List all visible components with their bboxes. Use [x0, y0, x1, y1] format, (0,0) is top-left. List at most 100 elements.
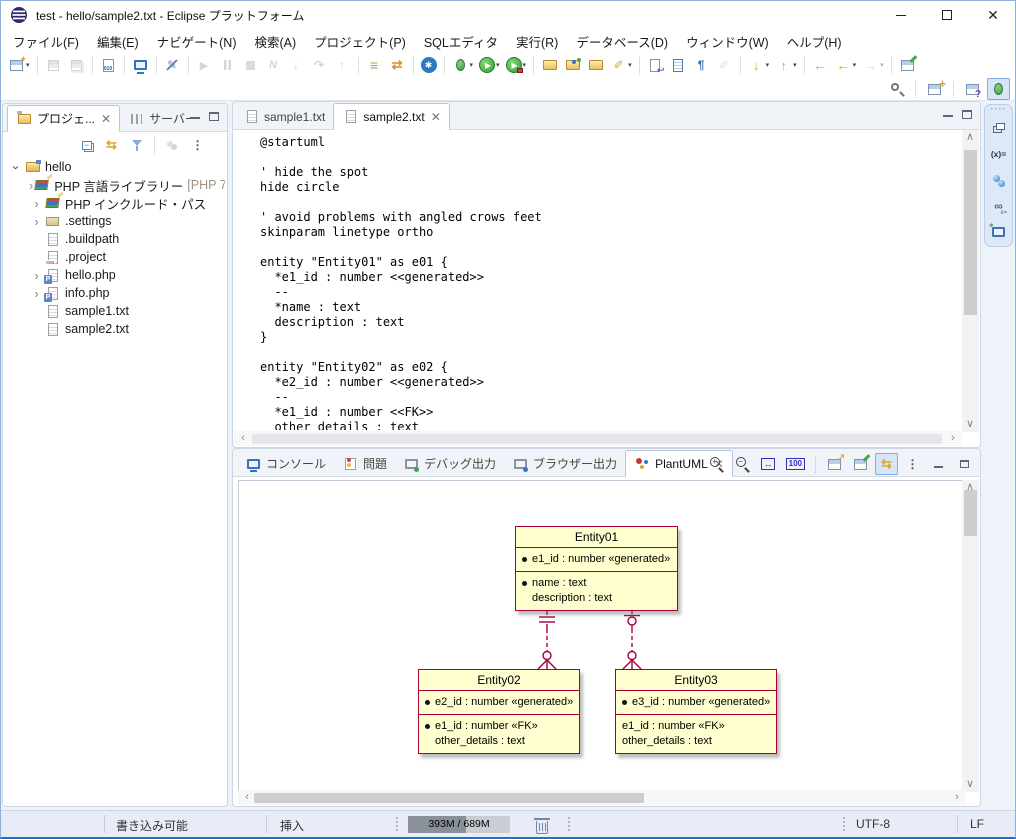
maximize-editor-button[interactable]	[962, 110, 972, 119]
run-button[interactable]: ▾	[476, 54, 503, 76]
breakpoints-view-button[interactable]	[988, 170, 1010, 190]
debug-button[interactable]: ▾	[449, 54, 477, 76]
scrollbar-thumb[interactable]	[964, 150, 977, 315]
entity-Entity01[interactable]: Entity01e1_id : number «generated»name :…	[515, 526, 678, 611]
minimize-view-button[interactable]	[190, 116, 200, 119]
tab-sample1.txt[interactable]: sample1.txt	[235, 103, 333, 130]
fit-to-window-button[interactable]	[757, 453, 780, 475]
back-to-last-edit-button[interactable]	[809, 54, 832, 76]
zoom-100-button[interactable]: 100	[783, 453, 808, 475]
tree-item-PHP インクルード・パス[interactable]: ›PHP インクルード・パス	[3, 194, 225, 212]
open-folder-button[interactable]	[584, 54, 607, 76]
menu-ファイル(F)[interactable]: ファイル(F)	[4, 30, 88, 53]
collapse-all-button[interactable]	[75, 134, 98, 156]
scroll-up-icon[interactable]: ∧	[964, 132, 976, 143]
dropdown-arrow-icon[interactable]: ▾	[880, 61, 884, 69]
profile-button[interactable]: ▾	[503, 54, 530, 76]
tab-プロジェ...[interactable]: プロジェ...✕	[7, 105, 120, 132]
pin-view-button[interactable]	[849, 453, 872, 475]
close-tab-icon[interactable]: ✕	[431, 111, 441, 123]
tree-item-.project[interactable]: .project	[3, 248, 225, 266]
show-whitespace-button[interactable]	[690, 54, 713, 76]
show-selected-element-button[interactable]	[667, 54, 690, 76]
entity-Entity02[interactable]: Entity02e2_id : number «generated»e1_id …	[418, 669, 580, 754]
editor-code[interactable]: @startuml ' hide the spot hide circle ' …	[260, 135, 542, 430]
status-line-delimiter[interactable]: LF	[970, 817, 984, 831]
heap-status[interactable]: 393M / 689M	[408, 816, 510, 833]
step-filters-button[interactable]	[386, 54, 409, 76]
view-menu-button[interactable]	[901, 453, 924, 475]
scroll-left-icon[interactable]: ‹	[241, 792, 253, 803]
link-with-editor-button[interactable]	[875, 453, 898, 475]
drag-handle[interactable]: ····	[991, 107, 1007, 112]
sql-preferences-button[interactable]	[418, 54, 440, 76]
dropdown-arrow-icon[interactable]: ▾	[470, 61, 474, 69]
scroll-down-icon[interactable]: ∨	[964, 419, 976, 430]
tree-item-.buildpath[interactable]: .buildpath	[3, 230, 225, 248]
tab-コンソール[interactable]: コンソール	[237, 450, 334, 477]
variables-view-button[interactable]: (x)=	[988, 144, 1010, 164]
last-edit-location-button[interactable]	[644, 54, 667, 76]
twistie-icon[interactable]: ›	[29, 269, 44, 282]
editor-vertical-scrollbar[interactable]: ∧ ∨	[962, 130, 979, 432]
show-console-button[interactable]	[129, 54, 152, 76]
next-annotation-button[interactable]: ▾	[745, 54, 773, 76]
menu-編集(E)[interactable]: 編集(E)	[88, 30, 148, 53]
new-wizard-button[interactable]: ▾	[5, 54, 33, 76]
scrollbar-thumb[interactable]	[964, 490, 977, 536]
dropdown-arrow-icon[interactable]: ▾	[523, 61, 527, 69]
menu-プロジェクト(P)[interactable]: プロジェクト(P)	[305, 30, 415, 53]
dropdown-arrow-icon[interactable]: ▾	[766, 61, 770, 69]
back-button[interactable]: ▾	[832, 54, 860, 76]
tree-item-sample1.txt[interactable]: sample1.txt	[3, 302, 225, 320]
new-editor-window-button[interactable]	[896, 54, 919, 76]
plantuml-diagram-canvas[interactable]: Entity01e1_id : number «generated»name :…	[238, 480, 966, 792]
zoom-out-button[interactable]	[731, 453, 754, 475]
tree-item-hello.php[interactable]: ›hello.php	[3, 266, 225, 284]
open-perspective-button[interactable]	[923, 78, 946, 100]
scrollbar-thumb[interactable]	[254, 793, 644, 803]
view-menu-button[interactable]	[186, 134, 209, 156]
tree-item-PHP 言語ライブラリー[interactable]: ›PHP 言語ライブラリー[PHP 7.3]	[3, 176, 225, 194]
menu-データベース(D)[interactable]: データベース(D)	[567, 30, 677, 53]
dropdown-arrow-icon[interactable]: ▾	[628, 61, 632, 69]
twistie-icon[interactable]: ›	[10, 160, 23, 175]
scroll-right-icon[interactable]: ›	[951, 792, 963, 803]
expressions-view-button[interactable]	[988, 196, 1010, 216]
open-file-button[interactable]	[538, 54, 561, 76]
tree-item-sample2.txt[interactable]: sample2.txt	[3, 320, 225, 338]
zoom-in-button[interactable]	[705, 453, 728, 475]
menu-実行(R)[interactable]: 実行(R)	[507, 30, 567, 53]
twistie-icon[interactable]: ›	[29, 287, 44, 300]
tab-問題[interactable]: 問題	[334, 450, 395, 477]
close-window-button[interactable]: ✕	[970, 0, 1016, 30]
tab-sample2.txt[interactable]: sample2.txt✕	[333, 103, 449, 130]
dropdown-arrow-icon[interactable]: ▾	[496, 61, 500, 69]
text-editor[interactable]: @startuml ' hide the spot hide circle ' …	[234, 130, 961, 430]
entity-Entity03[interactable]: Entity03e3_id : number «generated»e1_id …	[615, 669, 777, 754]
twistie-icon[interactable]: ›	[29, 215, 44, 228]
scroll-left-icon[interactable]: ‹	[237, 433, 249, 444]
filter-button[interactable]	[125, 134, 148, 156]
db-folder-button[interactable]	[561, 54, 584, 76]
menu-ナビゲート(N)[interactable]: ナビゲート(N)	[148, 30, 246, 53]
dropdown-arrow-icon[interactable]: ▾	[853, 61, 857, 69]
minimize-button[interactable]	[927, 453, 950, 475]
debug-shell-view-button[interactable]	[988, 222, 1010, 242]
binary-editor-button[interactable]	[97, 54, 120, 76]
diagram-horizontal-scrollbar[interactable]: ‹ ›	[238, 790, 966, 805]
minimize-window-button[interactable]	[878, 0, 924, 30]
editor-horizontal-scrollbar[interactable]: ‹ ›	[234, 431, 962, 446]
status-encoding[interactable]: UTF-8	[856, 817, 890, 831]
menu-SQLエディタ[interactable]: SQLエディタ	[415, 30, 507, 53]
menu-ヘルプ(H)[interactable]: ヘルプ(H)	[778, 30, 851, 53]
console-picker-button[interactable]	[363, 54, 386, 76]
scroll-right-icon[interactable]: ›	[947, 433, 959, 444]
close-tab-icon[interactable]: ✕	[101, 113, 111, 125]
no-edit-button[interactable]	[161, 54, 184, 76]
menu-検索(A)[interactable]: 検索(A)	[246, 30, 306, 53]
tree-item-.settings[interactable]: ›.settings	[3, 212, 225, 230]
dropdown-arrow-icon[interactable]: ▾	[793, 61, 797, 69]
menu-ウィンドウ(W)[interactable]: ウィンドウ(W)	[677, 30, 778, 53]
previous-annotation-button[interactable]: ▾	[772, 54, 800, 76]
